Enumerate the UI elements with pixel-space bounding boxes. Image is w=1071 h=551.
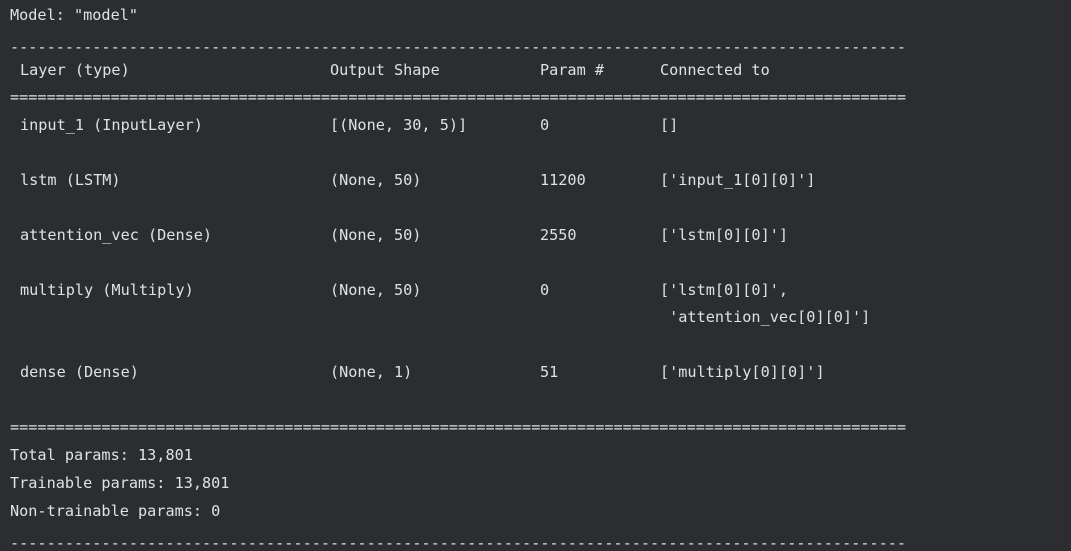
row-param: 51 (540, 363, 559, 381)
row-connected-to: [] (660, 116, 679, 134)
row-param: 0 (540, 116, 550, 134)
non-trainable-params: Non-trainable params: 0 (10, 502, 221, 520)
divider-header: ========================================… (10, 88, 907, 106)
divider-top: ----------------------------------------… (10, 38, 907, 56)
total-params: Total params: 13,801 (10, 446, 193, 464)
console-output: Model: "model" -------------------------… (0, 0, 1071, 551)
header-layer: Layer (type) (20, 61, 130, 79)
row-output-shape: (None, 50) (330, 281, 422, 299)
row-layer: attention_vec (Dense) (20, 226, 213, 244)
trainable-params: Trainable params: 13,801 (10, 474, 230, 492)
header-connected-to: Connected to (660, 61, 770, 79)
header-output-shape: Output Shape (330, 61, 440, 79)
row-connected-to-continued: 'attention_vec[0][0]'] (660, 308, 871, 326)
row-layer: dense (Dense) (20, 363, 139, 381)
row-layer: input_1 (InputLayer) (20, 116, 203, 134)
divider-summary: ========================================… (10, 418, 907, 436)
divider-bottom: ----------------------------------------… (10, 534, 907, 551)
row-output-shape: [(None, 30, 5)] (330, 116, 468, 134)
row-layer: multiply (Multiply) (20, 281, 194, 299)
row-output-shape: (None, 1) (330, 363, 413, 381)
row-connected-to: ['multiply[0][0]'] (660, 363, 825, 381)
model-title: Model: "model" (10, 6, 139, 24)
row-param: 11200 (540, 171, 586, 189)
header-param: Param # (540, 61, 605, 79)
row-connected-to: ['input_1[0][0]'] (660, 171, 816, 189)
row-output-shape: (None, 50) (330, 226, 422, 244)
row-connected-to: ['lstm[0][0]'] (660, 226, 789, 244)
row-param: 0 (540, 281, 550, 299)
row-connected-to: ['lstm[0][0]', (660, 281, 789, 299)
row-param: 2550 (540, 226, 577, 244)
row-layer: lstm (LSTM) (20, 171, 121, 189)
row-output-shape: (None, 50) (330, 171, 422, 189)
